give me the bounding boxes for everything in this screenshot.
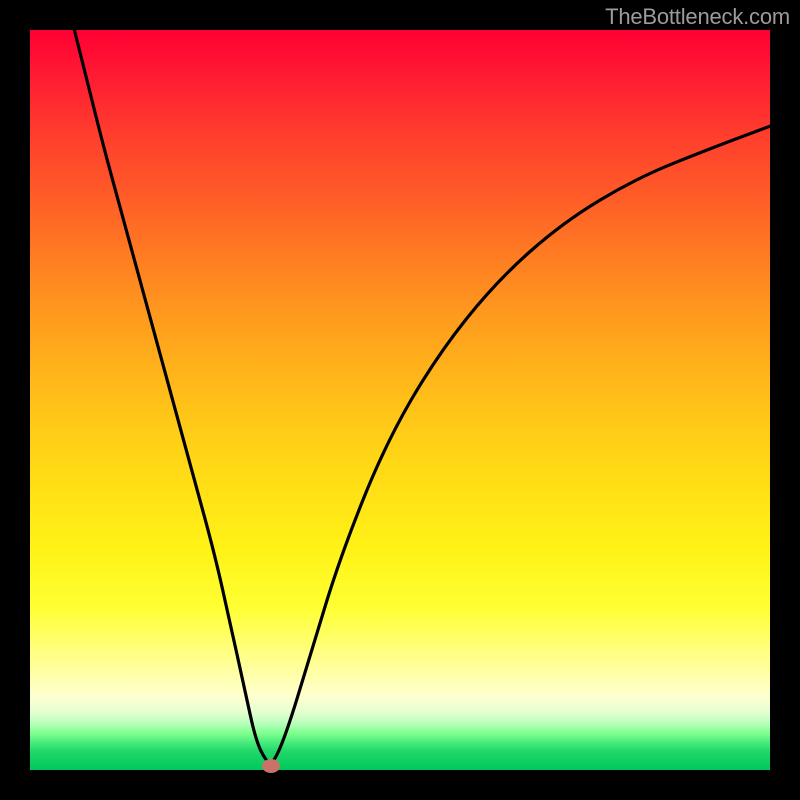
optimal-point-marker	[262, 759, 280, 773]
chart-plot-area	[30, 30, 770, 770]
attribution-label: TheBottleneck.com	[605, 4, 790, 30]
bottleneck-curve	[30, 30, 770, 770]
